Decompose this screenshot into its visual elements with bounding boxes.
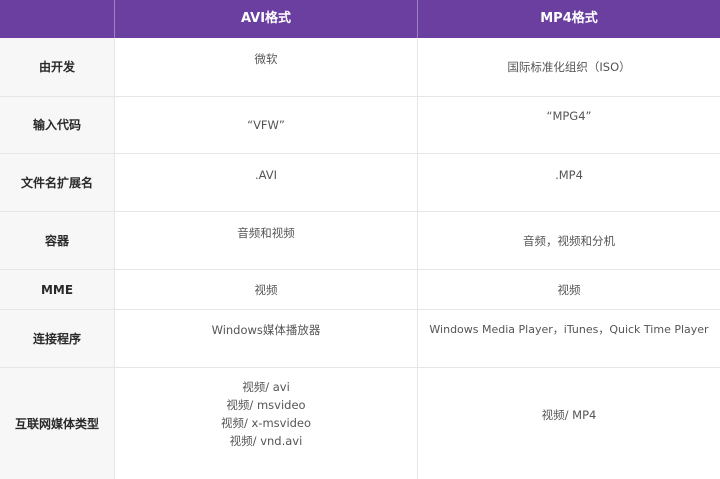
mp4-cell: Windows Media Player，iTunes，Quick Time P… (429, 323, 709, 336)
mp4-cell: 视频 (557, 282, 581, 297)
table-row-container: 容器 音频和视频 音频，视频和分机 (0, 212, 720, 270)
mp4-cell: 音频，视频和分机 (523, 233, 615, 248)
avi-cell: Windows媒体播放器 (115, 310, 418, 367)
table-row-input-code: 输入代码 “VFW” “MPG4” (0, 97, 720, 154)
media-type-line: 视频/ avi (242, 380, 290, 394)
table-row-media-type: 互联网媒体类型 视频/ avi 视频/ msvideo 视频/ x-msvide… (0, 368, 720, 479)
row-label: MME (0, 270, 115, 309)
row-label: 互联网媒体类型 (0, 368, 115, 479)
row-label: 连接程序 (0, 310, 115, 367)
avi-cell-media-types: 视频/ avi 视频/ msvideo 视频/ x-msvideo 视频/ vn… (115, 368, 418, 479)
header-avi-format: AVI格式 (115, 0, 418, 38)
table-row-developer: 由开发 微软 国际标准化组织（ISO） (0, 38, 720, 97)
row-label: 容器 (0, 212, 115, 269)
table-header-row: AVI格式 MP4格式 (0, 0, 720, 38)
table-row-mme: MME 视频 视频 (0, 270, 720, 310)
media-type-line: 视频/ vnd.avi (229, 434, 303, 448)
avi-cell: “VFW” (115, 97, 418, 153)
comparison-table: AVI格式 MP4格式 由开发 微软 国际标准化组织（ISO） 输入代码 “VF… (0, 0, 720, 479)
avi-cell: .AVI (115, 154, 418, 211)
table-row-programs: 连接程序 Windows媒体播放器 Windows Media Player，i… (0, 310, 720, 368)
mp4-cell: .MP4 (555, 168, 583, 182)
header-mp4-format: MP4格式 (540, 11, 598, 26)
header-corner-cell (0, 0, 115, 38)
table-row-file-extension: 文件名扩展名 .AVI .MP4 (0, 154, 720, 212)
avi-cell: 音频和视频 (115, 212, 418, 269)
mp4-cell: 视频/ MP4 (541, 408, 597, 422)
row-label: 由开发 (0, 38, 115, 96)
media-type-line: 视频/ msvideo (226, 398, 306, 412)
mp4-cell: 国际标准化组织（ISO） (507, 60, 631, 74)
row-label: 文件名扩展名 (0, 154, 115, 211)
row-label: 输入代码 (0, 97, 115, 153)
avi-cell: 视频 (115, 270, 418, 309)
avi-cell: 微软 (115, 38, 418, 96)
media-type-line: 视频/ x-msvideo (220, 416, 312, 430)
mp4-cell: “MPG4” (546, 109, 592, 123)
